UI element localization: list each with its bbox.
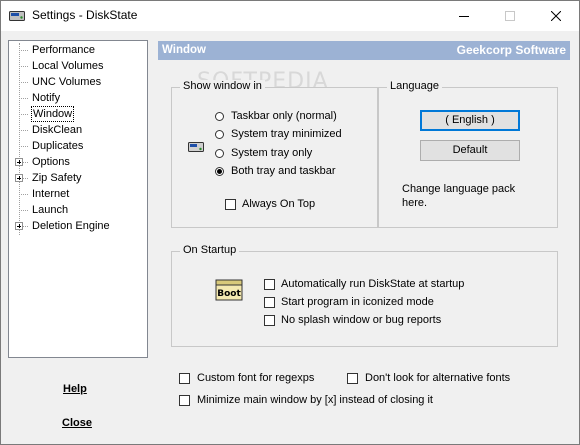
maximize-icon xyxy=(505,11,515,21)
checkbox-label: No splash window or bug reports xyxy=(281,314,442,326)
tree-item-label: Duplicates xyxy=(32,140,84,152)
expand-plus-icon[interactable] xyxy=(15,222,23,230)
expand-plus-icon[interactable] xyxy=(15,174,23,182)
group-title: Language xyxy=(387,80,442,92)
tree-item-label: Options xyxy=(32,156,70,168)
close-link[interactable]: Close xyxy=(62,417,92,429)
iconized-mode-checkbox[interactable] xyxy=(264,297,275,308)
tree-item-label: Performance xyxy=(32,44,95,56)
window-title: Settings - DiskState xyxy=(32,8,138,22)
auto-run-checkbox[interactable] xyxy=(264,279,275,290)
minimize-button[interactable] xyxy=(441,1,487,31)
maximize-button[interactable] xyxy=(487,1,533,31)
no-alt-fonts-checkbox[interactable] xyxy=(347,373,358,384)
checkbox-label: Custom font for regexps xyxy=(197,372,315,384)
radio-label: Both tray and taskbar xyxy=(231,165,336,177)
checkbox-label: Minimize main window by [x] instead of c… xyxy=(197,394,433,406)
expand-plus-icon[interactable] xyxy=(15,158,23,166)
language-button[interactable]: ( English ) xyxy=(420,110,520,131)
tree-item-label: Launch xyxy=(32,204,69,216)
close-icon xyxy=(551,11,561,21)
tree-connector xyxy=(19,43,20,235)
section-title: Window xyxy=(162,44,206,56)
tray-icon xyxy=(188,142,204,152)
tree-item-label: Notify xyxy=(32,92,61,104)
radio-system-tray-only[interactable] xyxy=(215,149,224,158)
settings-tree[interactable]: Performance Local Volumes UNC Volumes No… xyxy=(8,40,148,358)
tree-item-label: Local Volumes xyxy=(32,60,104,72)
checkbox-label: Don't look for alternative fonts xyxy=(365,372,511,384)
radio-label: System tray only xyxy=(231,147,313,159)
title-bar[interactable]: Settings - DiskState xyxy=(1,1,579,31)
checkbox-label: Always On Top xyxy=(242,198,316,210)
language-note: Change language pack here. xyxy=(402,183,516,209)
close-window-button[interactable] xyxy=(533,1,579,31)
tree-item-label: Zip Safety xyxy=(32,172,82,184)
no-splash-checkbox[interactable] xyxy=(264,315,275,326)
radio-both-tray-and-taskbar[interactable] xyxy=(215,167,224,176)
custom-font-checkbox[interactable] xyxy=(179,373,190,384)
boot-icon: Boot xyxy=(215,279,243,301)
radio-system-tray-minimized[interactable] xyxy=(215,130,224,139)
always-on-top-checkbox[interactable] xyxy=(225,199,236,210)
group-title: Show window in xyxy=(180,80,265,92)
tree-item-label: UNC Volumes xyxy=(32,76,102,88)
radio-taskbar-only[interactable] xyxy=(215,112,224,121)
tree-item-label: Deletion Engine xyxy=(32,220,110,232)
radio-label: System tray minimized xyxy=(231,128,342,140)
tree-item-label: DiskClean xyxy=(32,124,83,136)
default-button[interactable]: Default xyxy=(420,140,520,161)
vendor-name: Geekcorp Software xyxy=(456,43,566,57)
settings-window: Settings - DiskState Performance Local V… xyxy=(0,0,580,445)
checkbox-label: Automatically run DiskState at startup xyxy=(281,278,465,290)
group-title: On Startup xyxy=(180,244,240,256)
boot-icon-text: Boot xyxy=(217,289,241,299)
tree-item-label: Window xyxy=(31,106,75,122)
help-link[interactable]: Help xyxy=(63,383,87,395)
section-header: Window Geekcorp Software xyxy=(158,41,570,60)
minimize-icon xyxy=(459,16,469,17)
minimize-by-x-checkbox[interactable] xyxy=(179,395,190,406)
disk-icon xyxy=(9,11,25,21)
checkbox-label: Start program in iconized mode xyxy=(281,296,434,308)
radio-label: Taskbar only (normal) xyxy=(231,110,337,122)
tree-item-label: Internet xyxy=(32,188,70,200)
